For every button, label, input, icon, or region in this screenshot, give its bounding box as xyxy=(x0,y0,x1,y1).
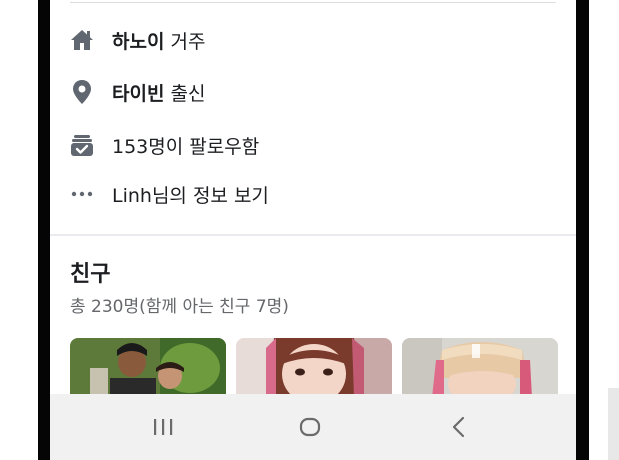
screenshot-frame: 하노이 거주 타이빈 출신 153명이 팔로우함 Linh님의 정보 보기 친구… xyxy=(0,0,619,460)
section-separator xyxy=(50,234,576,236)
back-icon[interactable] xyxy=(444,412,474,442)
friends-count: 총 230명(함께 아는 친구 7명) xyxy=(70,297,289,317)
from-city[interactable]: 타이빈 xyxy=(112,83,164,105)
see-info-text: Linh님의 정보 보기 xyxy=(112,184,269,207)
phone-screen: 하노이 거주 타이빈 출신 153명이 팔로우함 Linh님의 정보 보기 친구… xyxy=(50,0,576,460)
followers-icon xyxy=(70,133,94,157)
info-row-followers[interactable]: 153명이 팔로우함 xyxy=(70,128,259,162)
recent-apps-icon[interactable] xyxy=(148,412,178,442)
lives-in-city[interactable]: 하노이 xyxy=(112,31,164,53)
friends-title[interactable]: 친구 xyxy=(70,256,110,288)
system-nav-bar xyxy=(50,394,576,460)
friend-photo-1[interactable] xyxy=(70,338,226,398)
home-icon xyxy=(70,28,94,52)
divider xyxy=(70,2,556,3)
location-pin-icon xyxy=(70,80,94,104)
more-dots-icon xyxy=(70,182,94,206)
background-strip xyxy=(608,388,619,460)
followers-text: 153명이 팔로우함 xyxy=(112,135,260,158)
from-label: 출신 xyxy=(164,82,206,105)
phone-bezel-left xyxy=(38,0,50,460)
friend-photo-3[interactable] xyxy=(402,338,558,398)
friend-photo-2[interactable] xyxy=(236,338,392,398)
home-button-icon[interactable] xyxy=(295,412,325,442)
info-row-see-info[interactable]: Linh님의 정보 보기 xyxy=(70,177,269,211)
info-row-lives-in: 하노이 거주 xyxy=(70,23,205,57)
phone-bezel-right xyxy=(576,0,589,460)
lives-in-label: 거주 xyxy=(164,30,206,53)
info-row-from: 타이빈 출신 xyxy=(70,75,205,109)
